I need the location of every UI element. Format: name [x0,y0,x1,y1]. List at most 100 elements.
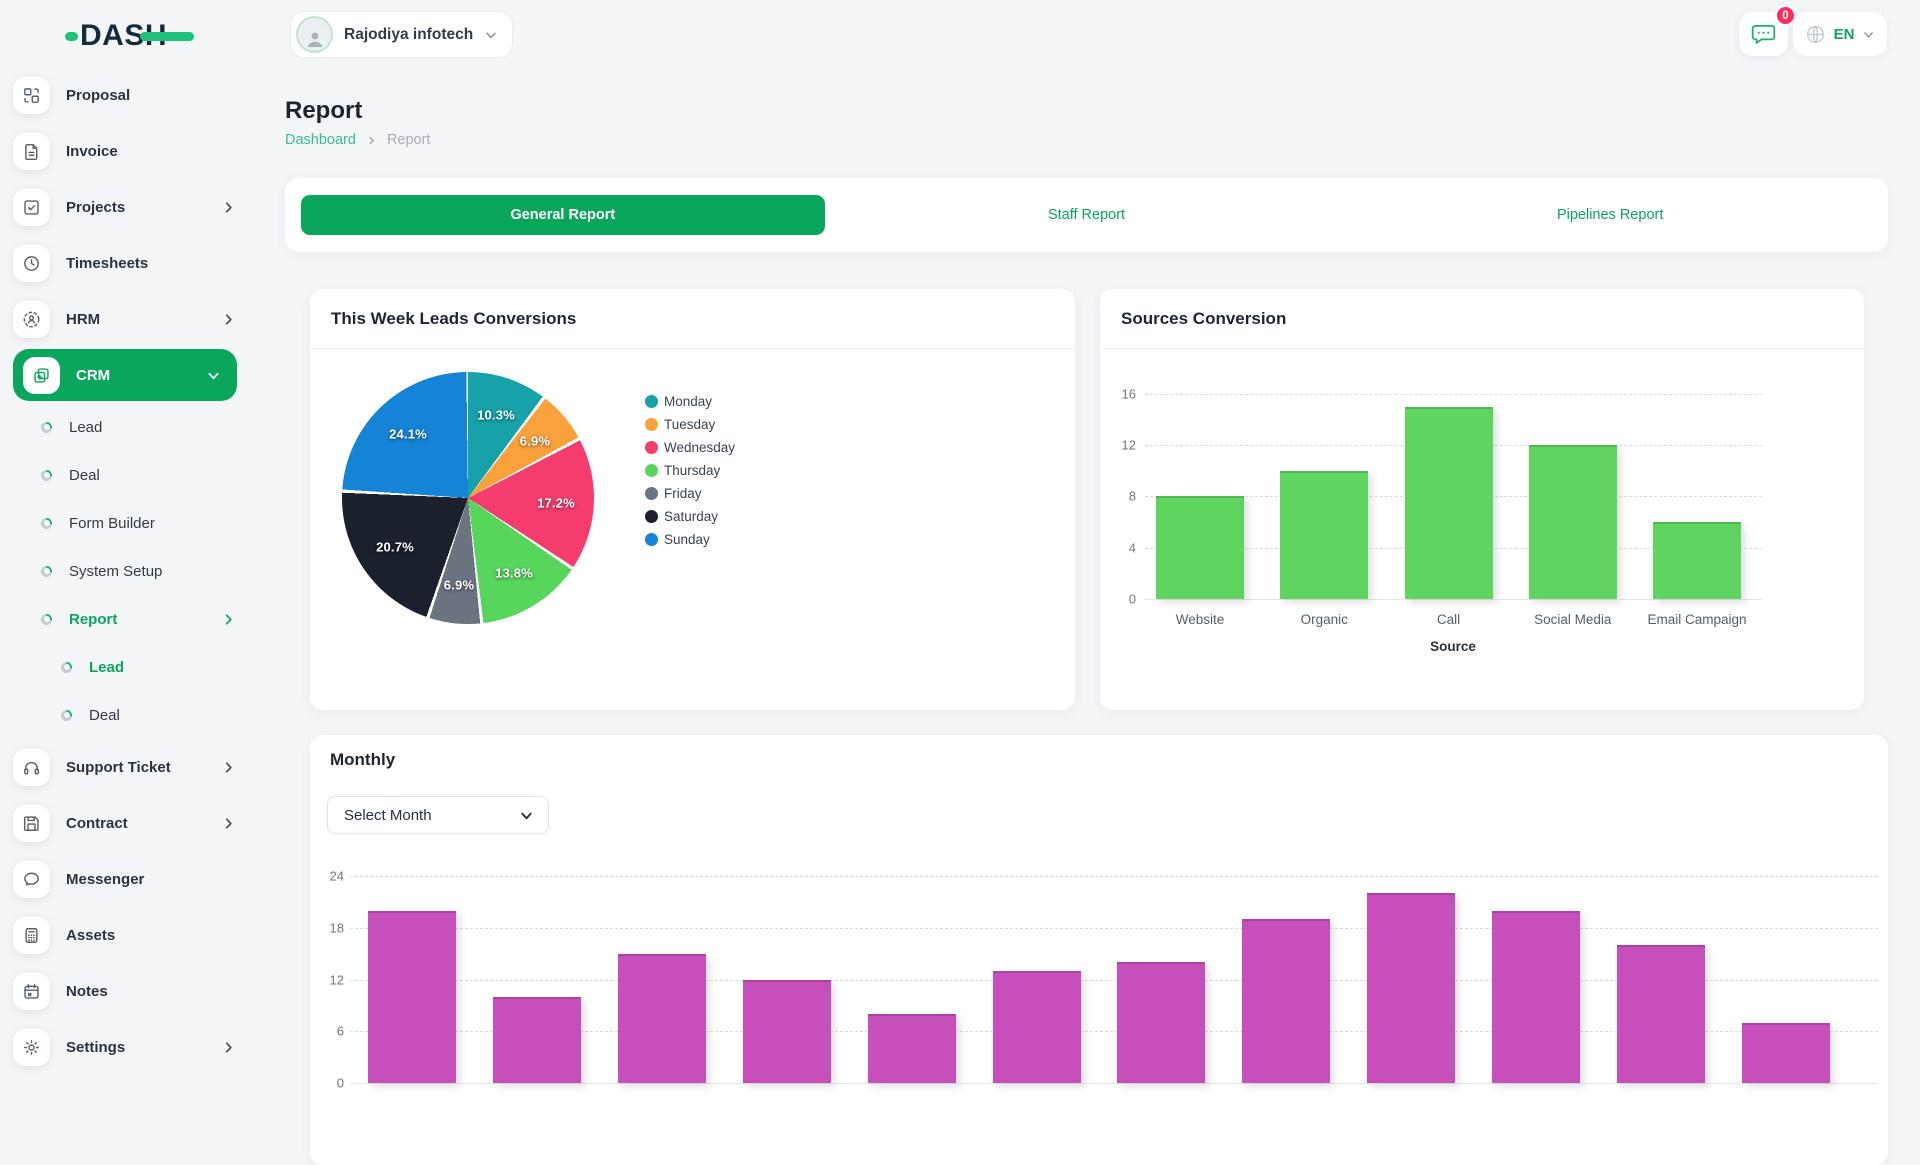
sidebar: DASH Proposal InvoiceProjects Timesheets HR… [0,0,256,1080]
sidebar-item-crm[interactable]: CRM [13,349,237,401]
pie-value-label: 6.9% [520,434,550,449]
logo-accent-bar [140,32,194,41]
bar-call[interactable] [1405,407,1493,599]
sidebar-item-label: Settings [66,1039,221,1056]
person-icon [303,27,327,51]
sidebar-item-assets[interactable]: Assets [0,907,256,963]
tab-general-report[interactable]: General Report [301,195,825,235]
chevron-right-icon [221,200,236,215]
sidebar-sub-item-system-setup[interactable]: System Setup [0,547,256,595]
bar-2[interactable] [493,997,581,1083]
messages-button[interactable]: 0 [1739,12,1788,56]
brand-logo: DASH [80,18,167,54]
sidebar-item-label: Lead [69,419,236,436]
y-axis-tick: 24 [314,869,344,884]
sidebar-item-messenger[interactable]: Messenger [0,851,256,907]
chevron-right-icon [221,816,236,831]
sidebar-item-label: Deal [69,467,236,484]
breadcrumb-dashboard-link[interactable]: Dashboard [285,132,356,148]
language-code: EN [1834,26,1855,43]
bullet-ring-icon [41,422,52,433]
sidebar-item-settings[interactable]: Settings [0,1019,256,1075]
tab-pipelines-report[interactable]: Pipelines Report [1348,195,1872,235]
pie-chart-area: Monday TuesdayWednesdayThursdayFridaySatu… [310,349,1075,710]
sidebar-sub-item-form-builder[interactable]: Form Builder [0,499,256,547]
legend-dot [645,441,658,454]
sidebar-subsub-item-lead[interactable]: Lead [0,643,256,691]
bar-5[interactable] [868,1014,956,1083]
sidebar-item-contract[interactable]: Contract [0,795,256,851]
sidebar-item-timesheets[interactable]: Timesheets [0,235,256,291]
breadcrumb-current: Report [387,132,431,148]
bar-social-media[interactable] [1529,445,1617,599]
chevron-right-icon [221,612,236,627]
bar-chart-area: 06121824 [310,735,1888,1165]
bar-4[interactable] [743,980,831,1083]
y-axis-tick: 16 [1106,386,1136,401]
y-axis-tick: 4 [1106,540,1136,555]
legend-item-saturday[interactable]: Saturday [645,505,735,528]
bar-10[interactable] [1492,911,1580,1083]
sidebar-sub-item-report[interactable]: Report [0,595,256,643]
workspace-selector[interactable]: Rajodiya infotech [290,11,513,58]
bar-11[interactable] [1617,945,1705,1083]
sidebar-item-label: Timesheets [66,255,236,272]
pie-value-label: 6.9% [444,578,474,593]
y-axis-tick: 12 [1106,438,1136,453]
globe-icon [1805,24,1826,45]
bar-7[interactable] [1117,962,1205,1083]
sidebar-item-proposal[interactable]: Proposal [0,67,256,123]
legend-label: Monday [664,394,712,409]
bar-organic[interactable] [1280,471,1368,599]
x-axis-label: Call [1437,612,1460,627]
sidebar-item-notes[interactable]: Notes [0,963,256,1019]
gridline [350,876,1878,877]
bar-12[interactable] [1742,1023,1830,1083]
y-axis-tick: 6 [314,1024,344,1039]
sidebar-sub-item-lead[interactable]: Lead [0,403,256,451]
sidebar-subsub-item-deal[interactable]: Deal [0,691,256,739]
legend-item-thursday[interactable]: Thursday [645,459,735,482]
legend-item-friday[interactable]: Friday [645,482,735,505]
bar-1[interactable] [368,911,456,1083]
legend-item-wednesday[interactable]: Wednesday [645,436,735,459]
invoice-icon [13,133,50,170]
chevron-right-icon [221,760,236,775]
y-axis-tick: 0 [1106,592,1136,607]
sidebar-item-invoice[interactable]: Invoice [0,123,256,179]
pie-value-label: 20.7% [376,540,414,555]
legend-dot [645,510,658,523]
pie-value-label: 24.1% [389,427,427,442]
legend-item-tuesday[interactable]: Tuesday [645,413,735,436]
sidebar-item-label: Lead [89,659,236,676]
y-axis-tick: 12 [314,972,344,987]
sidebar-item-label: Report [69,611,221,628]
legend-item-monday[interactable]: Monday [645,390,735,413]
bar-website[interactable] [1156,496,1244,599]
sidebar-sub-item-deal[interactable]: Deal [0,451,256,499]
sidebar-item-support-ticket[interactable]: Support Ticket [0,739,256,795]
bar-3[interactable] [618,954,706,1083]
y-axis-tick: 18 [314,920,344,935]
sidebar-item-label: Assets [66,927,236,944]
language-selector[interactable]: EN [1793,12,1887,56]
sidebar-item-projects[interactable]: Projects [0,179,256,235]
sidebar-item-label: Form Builder [69,515,236,532]
tab-staff-report[interactable]: Staff Report [825,195,1349,235]
headset-icon [13,749,50,786]
bar-9[interactable] [1367,893,1455,1083]
crm-boxes-icon [23,357,60,394]
sidebar-item-label: Proposal [66,87,236,104]
save-icon [13,805,50,842]
x-axis-line [350,1083,1878,1084]
sidebar-nav: Proposal InvoiceProjects Timesheets HRMCRM L… [0,67,256,1075]
pie-value-label: 10.3% [477,408,515,423]
legend-item-sunday[interactable]: Sunday [645,528,735,551]
sidebar-item-label: Deal [89,707,236,724]
bar-email-campaign[interactable] [1653,522,1741,599]
bar-8[interactable] [1242,919,1330,1083]
clock-icon [13,245,50,282]
sidebar-item-hrm[interactable]: HRM [0,291,256,347]
bar-6[interactable] [993,971,1081,1083]
logo-accent-dash [65,32,78,41]
